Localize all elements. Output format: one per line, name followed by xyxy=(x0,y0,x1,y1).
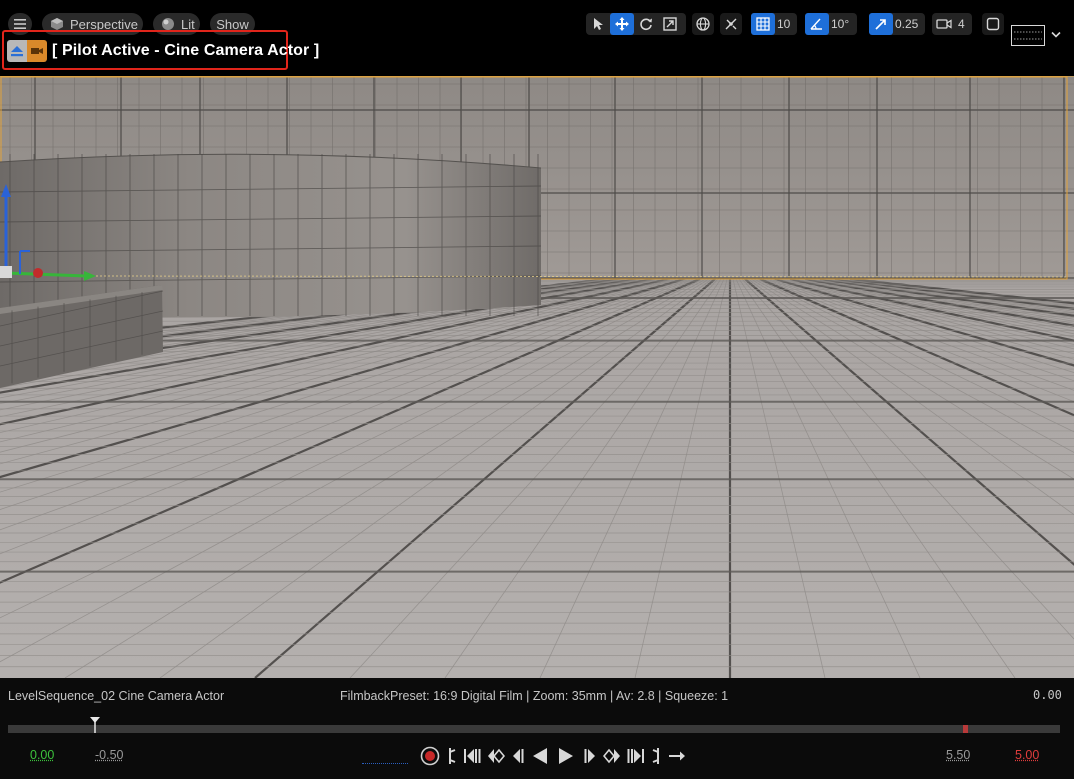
cine-camera-icon xyxy=(27,40,47,62)
globe-icon xyxy=(696,17,710,31)
surface-snapping-button[interactable] xyxy=(720,13,742,35)
transform-tools xyxy=(586,13,686,35)
camera-info-bar: LevelSequence_02 Cine Camera Actor Filmb… xyxy=(0,678,1074,714)
playback-end-value[interactable]: 5.00 xyxy=(1015,748,1039,762)
transport-controls xyxy=(416,745,690,767)
scale-snap-toggle[interactable] xyxy=(869,13,893,35)
cylinder-mesh xyxy=(0,153,542,318)
frame-input-field[interactable] xyxy=(362,763,408,764)
grid-snap-control[interactable]: 10 xyxy=(751,13,797,35)
pilot-status-label: [ Pilot Active - Cine Camera Actor ] xyxy=(52,42,320,59)
viewport-toolbar: Perspective Lit Show 10 10° 0.25 4 [Pil… xyxy=(0,0,1074,76)
step-forward-icon xyxy=(584,749,595,763)
grid-snap-toggle[interactable] xyxy=(751,13,775,35)
view-range-start-value[interactable]: -0.50 xyxy=(95,748,124,762)
grid-icon xyxy=(756,17,770,31)
move-arrows-icon xyxy=(615,17,629,31)
chevron-down-icon[interactable] xyxy=(1051,31,1061,39)
play-reverse-icon xyxy=(533,748,547,764)
rotation-snap-toggle[interactable] xyxy=(805,13,829,35)
scale-snap-control[interactable]: 0.25 xyxy=(869,13,925,35)
cursor-icon xyxy=(594,18,603,30)
scale-tool-button[interactable] xyxy=(658,13,682,35)
playback-start-value[interactable]: 0.00 xyxy=(30,748,54,762)
layout-selector-button[interactable] xyxy=(1011,25,1045,46)
surface-snap-icon xyxy=(725,18,737,30)
loop-mode-button[interactable] xyxy=(667,745,687,767)
eject-icon xyxy=(7,40,27,62)
coordinate-space-button[interactable] xyxy=(692,13,714,35)
next-key-button[interactable] xyxy=(627,745,645,767)
skip-back-icon xyxy=(464,749,481,763)
next-keyframe-button[interactable] xyxy=(603,745,621,767)
previous-key-button[interactable] xyxy=(463,745,481,767)
angle-icon xyxy=(810,18,822,30)
select-tool-button[interactable] xyxy=(586,13,610,35)
playhead-marker[interactable] xyxy=(90,717,100,733)
rotation-snap-value: 10° xyxy=(831,17,850,31)
record-icon xyxy=(420,746,440,766)
rotation-snap-control[interactable]: 10° xyxy=(805,13,857,35)
scene-render xyxy=(0,76,1074,678)
rotate-tool-button[interactable] xyxy=(634,13,658,35)
view-range-end-value[interactable]: 5.50 xyxy=(946,748,970,762)
sequence-camera-label: LevelSequence_02 Cine Camera Actor xyxy=(8,689,225,703)
next-keyframe-icon xyxy=(603,748,620,764)
filmback-info: FilmbackPreset: 16:9 Digital Film | Zoom… xyxy=(340,689,729,703)
viewport-layout-icon xyxy=(1014,31,1042,40)
scale-icon xyxy=(663,17,677,31)
translate-tool-button[interactable] xyxy=(610,13,634,35)
sphere-icon xyxy=(162,18,174,30)
step-back-button[interactable] xyxy=(511,745,525,767)
jump-to-start-button[interactable] xyxy=(447,745,457,767)
grid-snap-value: 10 xyxy=(777,17,791,31)
jump-to-end-button[interactable] xyxy=(651,745,661,767)
scale-snap-icon xyxy=(875,19,886,30)
play-reverse-button[interactable] xyxy=(531,745,549,767)
play-icon xyxy=(559,748,573,764)
skip-forward-icon xyxy=(627,749,644,763)
timeline-scrub-track[interactable] xyxy=(8,725,1060,733)
cube-icon xyxy=(51,18,63,30)
3d-viewport[interactable] xyxy=(0,76,1074,678)
hamburger-menu-icon xyxy=(14,19,26,29)
maximize-icon xyxy=(986,17,1000,31)
eject-pilot-button[interactable] xyxy=(7,40,47,62)
step-back-icon xyxy=(513,749,524,763)
scale-snap-value: 0.25 xyxy=(895,17,919,31)
playback-end-marker[interactable] xyxy=(963,725,968,733)
bracket-left-icon xyxy=(449,748,456,764)
camera-speed-control[interactable]: 4 xyxy=(932,13,972,35)
step-forward-button[interactable] xyxy=(583,745,597,767)
maximize-viewport-button[interactable] xyxy=(982,13,1004,35)
video-camera-icon xyxy=(936,19,952,29)
rotate-icon xyxy=(640,18,652,31)
record-button[interactable] xyxy=(419,745,441,767)
current-time-display: 0.00 xyxy=(1033,688,1062,702)
previous-keyframe-button[interactable] xyxy=(487,745,505,767)
play-button[interactable] xyxy=(555,745,577,767)
camera-speed-value: 4 xyxy=(958,17,965,31)
bracket-right-icon xyxy=(652,748,659,764)
sequencer-timeline: 0.00 -0.50 5.50 5.00 xyxy=(0,714,1074,779)
prev-keyframe-icon xyxy=(488,748,505,764)
camera-speed-icon-wrap xyxy=(932,13,956,35)
arrow-right-icon xyxy=(669,751,685,761)
